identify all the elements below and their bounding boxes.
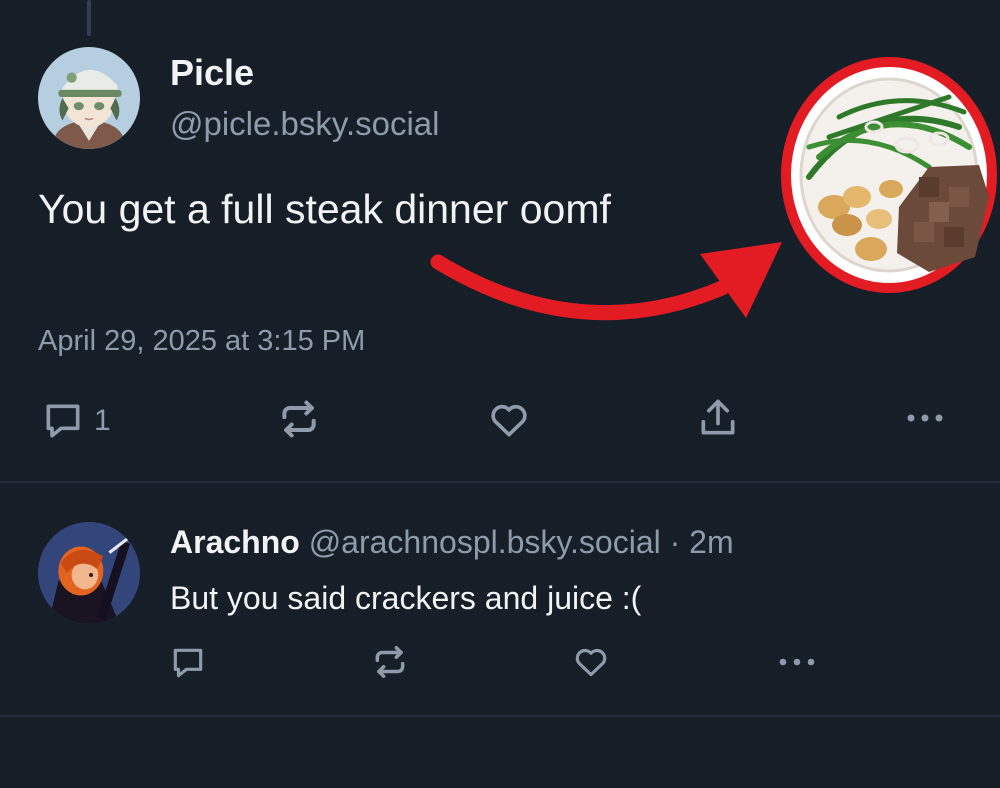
meta-separator: · (660, 524, 690, 560)
reply-button[interactable]: 1 (40, 399, 111, 443)
reply-like-button[interactable] (571, 643, 611, 681)
reply-count: 1 (94, 404, 111, 437)
ellipsis-icon (907, 414, 943, 422)
like-button[interactable] (486, 398, 532, 442)
heart-icon (491, 404, 527, 437)
author-name[interactable]: Picle (170, 52, 254, 94)
repost-button[interactable] (277, 397, 321, 441)
reply-header: Arachno @arachnospl.bsky.social · 2m (170, 524, 734, 561)
reply-avatar-illustration (38, 522, 140, 624)
share-button[interactable] (696, 396, 740, 440)
author-handle[interactable]: @picle.bsky.social (170, 105, 439, 143)
comment-icon (46, 404, 80, 438)
red-arrow (430, 242, 782, 321)
reply-age[interactable]: 2m (689, 524, 733, 560)
thread-connector-line (87, 0, 91, 36)
reply-more-options-button[interactable] (775, 648, 819, 676)
post-text: You get a full steak dinner oomf (38, 186, 611, 232)
reply-author-avatar[interactable] (38, 522, 140, 624)
comment-icon (173, 648, 203, 678)
share-icon (701, 399, 735, 435)
reply-text: But you said crackers and juice :( (170, 580, 642, 616)
avatar-illustration (38, 47, 140, 149)
reply-reply-button[interactable] (168, 644, 208, 682)
ellipsis-icon (779, 658, 815, 666)
heart-icon (575, 648, 607, 677)
reply-author-handle[interactable]: @arachnospl.bsky.social (309, 524, 661, 560)
repost-icon (282, 400, 316, 438)
reply-repost-button[interactable] (370, 643, 410, 681)
reply-divider (0, 715, 1000, 717)
post-divider (0, 481, 1000, 483)
reply-author-name[interactable]: Arachno (170, 524, 300, 560)
repost-icon (375, 646, 405, 678)
post-timestamp[interactable]: April 29, 2025 at 3:15 PM (38, 325, 365, 358)
steak-dinner-image[interactable] (779, 57, 999, 297)
more-options-button[interactable] (903, 403, 947, 433)
author-avatar[interactable] (38, 47, 140, 149)
